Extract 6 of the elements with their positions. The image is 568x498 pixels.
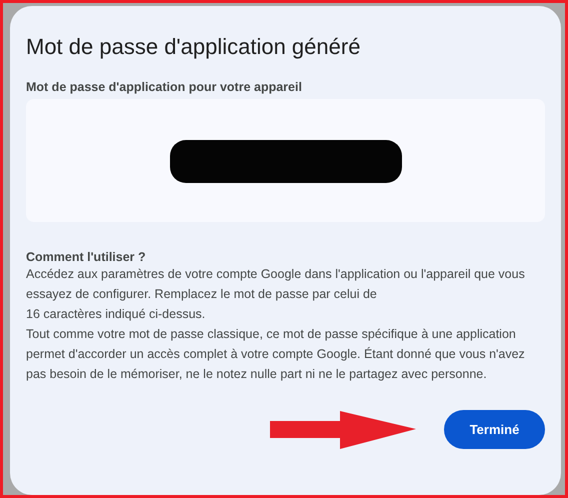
password-label: Mot de passe d'application pour votre appareil [26,80,303,94]
help-heading: Comment l'utiliser ? [26,250,147,264]
help-paragraph: Tout comme votre mot de passe classique, ce mot de passe spécifique à une application permet d'accorder un accès complet à votre compte Google. Étant donné que vous n'avez pas besoin de le mémoriser, ne le notez nulle part ni ne le partagez avec personne. [26,326,526,383]
done-button[interactable]: Terminé [444,410,545,449]
help-paragraph: Accédez aux paramètres de votre compte Google dans l'application ou l'appareil que vous essayez de configurer. Remplacez le mot de passe par celui de 16 caractères indiqué ci-dessus. [26,266,526,323]
dialog-title: Mot de passe d'application généré [26,34,362,60]
